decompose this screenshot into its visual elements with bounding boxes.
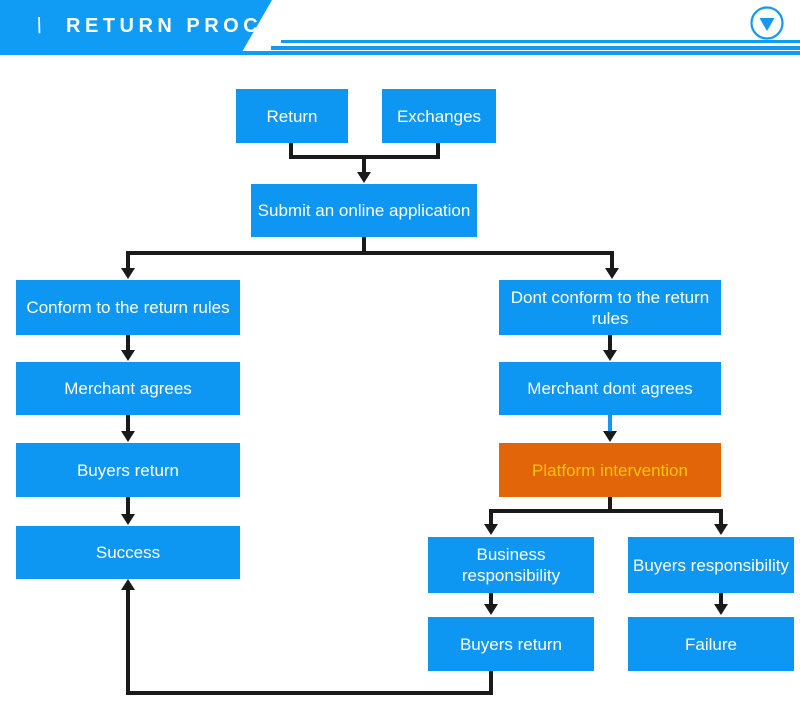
edge-buyers-return-to-success [126, 497, 130, 515]
node-exchanges[interactable]: Exchanges [382, 89, 496, 143]
node-business-responsibility[interactable]: Business responsibility [428, 537, 594, 593]
arrowhead-to-conform [121, 268, 135, 279]
header-rule-top [281, 40, 800, 43]
arrowhead-to-merchant-agrees [121, 350, 135, 361]
node-failure[interactable]: Failure [628, 617, 794, 671]
node-return[interactable]: Return [236, 89, 348, 143]
node-success[interactable]: Success [16, 526, 240, 579]
node-buyers-return-left[interactable]: Buyers return [16, 443, 240, 497]
header-underline [0, 51, 800, 55]
arrowhead-to-buyers-responsibility [714, 524, 728, 535]
node-platform-intervention[interactable]: Platform intervention [499, 443, 721, 497]
arrowhead-to-buyers-return-left [121, 431, 135, 442]
page-header: \ RETURN PROCESS [0, 0, 800, 56]
header-rule-bottom [271, 46, 800, 50]
arrowhead-to-merchant-dont-agrees [603, 350, 617, 361]
edge-loop-horizontal [126, 691, 493, 695]
node-merchant-agrees[interactable]: Merchant agrees [16, 362, 240, 415]
arrowhead-to-failure [714, 604, 728, 615]
chevron-down-circle-icon[interactable] [750, 6, 784, 40]
arrowhead-to-submit [357, 172, 371, 183]
arrowhead-to-success [121, 514, 135, 525]
node-conform-to-return-rules[interactable]: Conform to the return rules [16, 280, 240, 335]
page-title: RETURN PROCESS [66, 15, 316, 37]
node-merchant-dont-agrees[interactable]: Merchant dont agrees [499, 362, 721, 415]
node-submit-online-application[interactable]: Submit an online application [251, 184, 477, 237]
arrowhead-to-platform-intervention [603, 431, 617, 442]
arrowhead-to-buyers-return-right [484, 604, 498, 615]
node-buyers-responsibility[interactable]: Buyers responsibility [628, 537, 794, 593]
edge-loop-up-vertical [126, 589, 130, 695]
node-dont-conform-to-return-rules[interactable]: Dont conform to the return rules [499, 280, 721, 335]
edge-merge-to-submit-vertical [362, 155, 366, 173]
edge-platform-split-horizontal [489, 509, 723, 513]
node-buyers-return-right[interactable]: Buyers return [428, 617, 594, 671]
edge-split-horizontal [126, 251, 614, 255]
flowchart-page: \ RETURN PROCESS Return Exchanges Submit… [0, 0, 800, 709]
arrowhead-to-dont-conform [605, 268, 619, 279]
arrowhead-loop-to-success [121, 579, 135, 590]
arrowhead-to-business-responsibility [484, 524, 498, 535]
